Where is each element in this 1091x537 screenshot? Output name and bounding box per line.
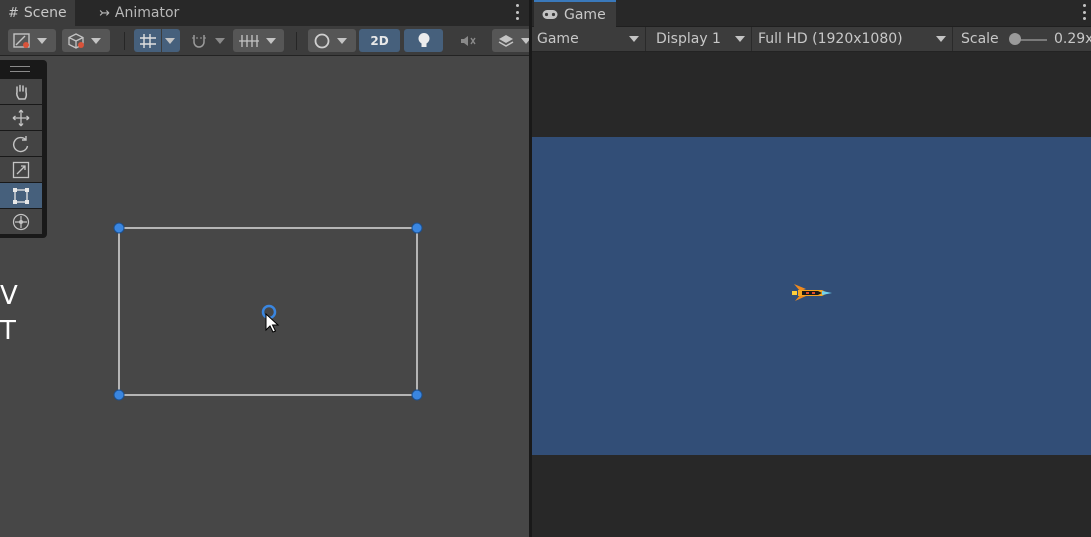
game-toolbar: Game Display 1 Full HD (1920x1080) Scale… (532, 27, 1091, 52)
game-letterbox-bottom (532, 455, 1091, 537)
display-value: Display 1 (656, 31, 721, 47)
rect-handle-top-left (113, 222, 125, 234)
game-panel: Game Game Display 1 Full HD (1920x1080) … (532, 0, 1091, 537)
scale-label: Scale (961, 31, 999, 47)
display-dropdown[interactable]: Display 1 (651, 27, 752, 51)
scale-slider-handle[interactable] (1009, 33, 1021, 45)
view-mode-value: Game (537, 31, 579, 47)
game-tab-bar: Game (532, 0, 1091, 27)
rect-handle-bottom-right (411, 389, 423, 401)
game-panel-menu-icon[interactable] (1082, 4, 1086, 20)
gamepad-icon (542, 10, 558, 19)
spaceship-sprite (792, 284, 832, 301)
chevron-down-icon (936, 36, 946, 42)
resolution-dropdown[interactable]: Full HD (1920x1080) (753, 27, 953, 51)
rect-handle-bottom-left (113, 389, 125, 401)
rect-handle-top-right (411, 222, 423, 234)
game-view-mode-dropdown[interactable]: Game (532, 27, 646, 51)
chevron-down-icon (629, 36, 639, 42)
selection-rect-outline (118, 227, 418, 396)
tab-game-label: Game (564, 6, 606, 23)
scale-value: 0.29x (1054, 31, 1091, 47)
scene-panel: # Scene ↣ Animator 2D V T (0, 0, 529, 537)
game-camera-view[interactable] (532, 137, 1091, 455)
chevron-down-icon (735, 36, 745, 42)
tab-game[interactable]: Game (534, 0, 616, 27)
resolution-value: Full HD (1920x1080) (758, 31, 903, 47)
selection-rect-gizmo[interactable] (0, 0, 529, 537)
